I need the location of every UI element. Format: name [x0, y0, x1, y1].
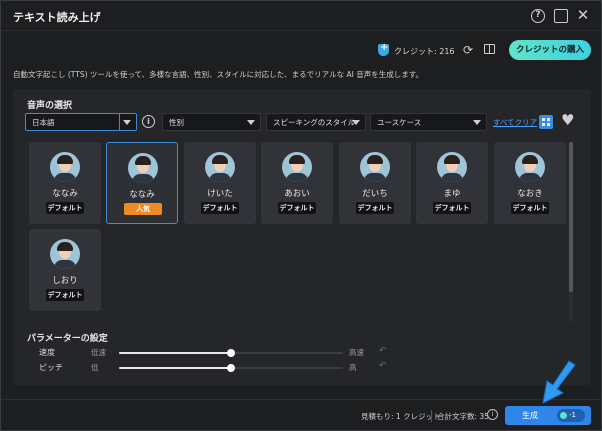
grid-view-icon[interactable] [539, 115, 553, 129]
voice-card[interactable]: あおい デフォルト [261, 142, 333, 224]
select-divider [119, 114, 120, 130]
popular-badge: 人気 [124, 203, 162, 215]
credit-balance: クレジット: 216 [394, 47, 455, 56]
refresh-icon[interactable]: ⟳ [463, 43, 473, 57]
voice-tag: デフォルト [356, 202, 394, 214]
speed-row: 速度 低速 高速 ↶ [13, 346, 591, 361]
avatar [50, 239, 80, 269]
info-icon[interactable]: i [142, 115, 155, 128]
pitch-max-label: 高 [349, 363, 357, 372]
description-text: 自動文字起こし (TTS) ツールを使って、多様な言語、性別、スタイルに対応した… [13, 70, 423, 79]
help-icon[interactable]: ? [531, 9, 545, 23]
use-case-select[interactable]: ユースケース [370, 113, 487, 131]
gender-select[interactable]: 性別 [162, 113, 261, 131]
window-title: テキスト読み上げ [13, 11, 101, 24]
voice-name: ななみ [52, 189, 78, 199]
voice-name: だいち [362, 189, 388, 199]
slider-fill [119, 367, 231, 369]
voice-name: ななみ [129, 190, 155, 200]
voice-tag: デフォルト [46, 202, 84, 214]
char-count: 合計文字数: 35 [437, 412, 489, 421]
settings-panel: 音声の選択 日本語 i 性別 スピーキングのスタイル ユースケース すべてクリア [13, 89, 591, 385]
generate-button[interactable]: 生成 -1 [505, 406, 591, 425]
voice-tag: デフォルト [46, 289, 84, 301]
avatar [360, 152, 390, 182]
speaking-style-value: スピーキングのスタイル [273, 118, 356, 127]
credit-shield-icon [378, 42, 389, 56]
voice-tag: デフォルト [278, 202, 316, 214]
speed-max-label: 高速 [349, 348, 364, 357]
voice-tag: デフォルト [433, 202, 471, 214]
slider-thumb[interactable] [227, 349, 235, 357]
tts-dialog: テキスト読み上げ ? ✕ クレジット: 216 ⟳ クレジットの購入 自動文字起… [0, 0, 602, 431]
voice-name: けいた [207, 189, 233, 199]
voice-card[interactable]: けいた デフォルト [184, 142, 256, 224]
info-icon[interactable]: i [487, 409, 498, 420]
credit-bar: クレジット: 216 ⟳ クレジットの購入 [1, 32, 601, 70]
params-section-label: パラメーターの設定 [27, 334, 108, 344]
voice-name: まゆ [443, 189, 461, 199]
buy-credits-button[interactable]: クレジットの購入 [509, 40, 591, 60]
filter-bar: 日本語 i 性別 スピーキングのスタイル ユースケース すべてクリア ♥ [13, 111, 591, 133]
voice-name: なおき [517, 189, 543, 199]
voice-section-label: 音声の選択 [27, 101, 73, 111]
close-icon[interactable]: ✕ [576, 8, 590, 23]
slider-fill [119, 352, 231, 354]
chevron-down-icon [473, 120, 481, 125]
speed-label: 速度 [39, 348, 55, 357]
avatar [205, 152, 235, 182]
avatar [437, 152, 467, 182]
footer-bar: 見積もり: 1 クレジット 合計文字数: 35 i 生成 -1 [1, 399, 601, 430]
voice-card[interactable]: ななみ デフォルト [29, 142, 101, 224]
title-bar: テキスト読み上げ ? ✕ [1, 1, 601, 31]
voice-name: あおい [284, 189, 310, 199]
use-case-value: ユースケース [377, 118, 422, 127]
generate-cost-badge: -1 [557, 409, 585, 422]
undo-icon[interactable]: ↶ [379, 361, 387, 371]
speaking-style-select[interactable]: スピーキングのスタイル [266, 113, 366, 131]
avatar [515, 152, 545, 182]
maximize-icon[interactable] [554, 9, 568, 23]
voice-card[interactable]: だいち デフォルト [339, 142, 411, 224]
voice-name: しおり [52, 276, 78, 286]
chevron-down-icon [352, 120, 360, 125]
speed-min-label: 低速 [91, 348, 106, 357]
avatar [128, 153, 158, 183]
undo-icon[interactable]: ↶ [379, 346, 387, 356]
voice-card[interactable]: まゆ デフォルト [416, 142, 488, 224]
language-select[interactable]: 日本語 [25, 113, 137, 131]
scroll-thumb[interactable] [569, 142, 573, 292]
heart-icon[interactable]: ♥ [561, 111, 574, 129]
generate-label: 生成 [522, 411, 538, 420]
voice-scrollbar[interactable] [569, 142, 573, 322]
chevron-down-icon [123, 120, 131, 125]
speed-slider[interactable] [119, 349, 343, 357]
slider-thumb[interactable] [227, 364, 235, 372]
voice-tag: デフォルト [511, 202, 549, 214]
language-value: 日本語 [32, 118, 55, 127]
gift-icon[interactable] [484, 44, 495, 54]
pitch-row: ピッチ 低 高 ↶ [13, 361, 591, 376]
voice-card[interactable]: しおり デフォルト [29, 229, 101, 311]
avatar [282, 152, 312, 182]
clear-all-link[interactable]: すべてクリア [493, 117, 537, 128]
voice-card[interactable]: ななみ 人気 [106, 142, 178, 224]
pitch-min-label: 低 [91, 363, 99, 372]
gender-value: 性別 [169, 118, 184, 127]
pitch-slider[interactable] [119, 364, 343, 372]
credit-estimate: 見積もり: 1 クレジット [361, 412, 441, 421]
avatar [50, 152, 80, 182]
voice-grid: ななみ デフォルト ななみ 人気 けいた デフォルト あおい デフォルト だいち [29, 142, 573, 322]
pitch-label: ピッチ [39, 363, 63, 372]
chevron-down-icon [247, 120, 255, 125]
footer-divider [431, 410, 432, 422]
voice-tag: デフォルト [201, 202, 239, 214]
voice-card[interactable]: なおき デフォルト [494, 142, 566, 224]
pointer-arrow-icon [542, 360, 576, 404]
